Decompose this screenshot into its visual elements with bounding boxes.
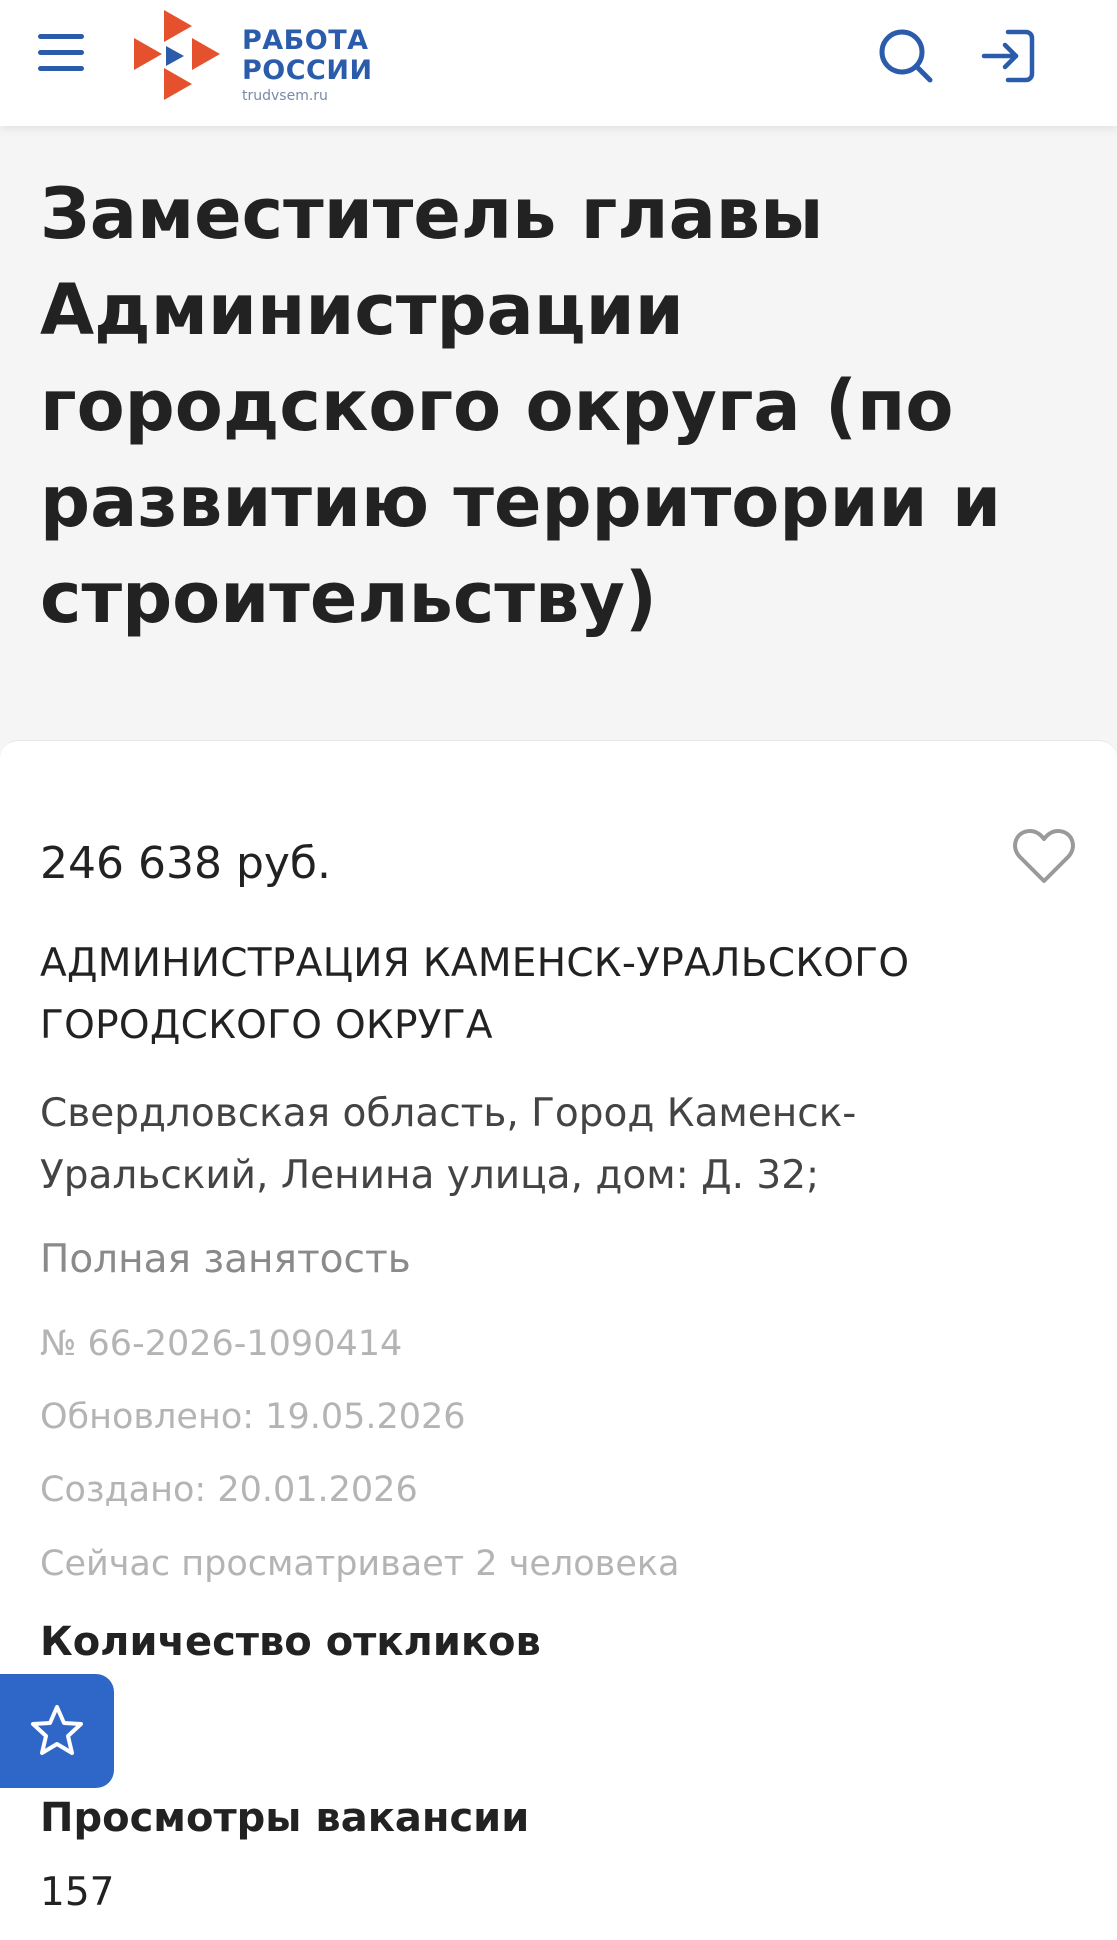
address: Свердловская область, Город Каменск-Урал… <box>40 1091 857 1198</box>
vacancy-title: Заместитель главы Администрации городско… <box>40 173 1001 639</box>
floating-star-button[interactable] <box>0 1674 114 1788</box>
updated-date: Обновлено: 19.05.2026 <box>40 1397 466 1437</box>
login-button[interactable] <box>978 26 1038 86</box>
logo-mark-icon <box>134 10 220 100</box>
salary: 246 638 руб. <box>40 838 332 889</box>
logo-line-1: РАБОТА <box>242 25 369 56</box>
search-icon <box>879 29 933 83</box>
logo-line-2: РОССИИ <box>242 55 373 86</box>
favorite-button[interactable] <box>1012 827 1082 891</box>
logo-text: РАБОТА РОССИИ trudvsem.ru <box>242 25 373 105</box>
star-icon <box>31 1705 83 1755</box>
logo-subtitle: trudvsem.ru <box>242 88 328 104</box>
vacancy-number: № 66-2026-1090414 <box>40 1324 403 1364</box>
top-header: РАБОТА РОССИИ trudvsem.ru <box>0 0 1117 126</box>
logo[interactable]: РАБОТА РОССИИ trudvsem.ru <box>134 8 394 104</box>
views-label: Просмотры вакансии <box>40 1795 530 1841</box>
vacancy-card: 246 638 руб. АДМИНИСТРАЦИЯ КАМЕНСК-УРАЛЬ… <box>0 740 1117 1940</box>
login-icon <box>981 29 1035 83</box>
views-count: 157 <box>40 1870 115 1915</box>
created-date: Создано: 20.01.2026 <box>40 1470 418 1510</box>
employer-name[interactable]: АДМИНИСТРАЦИЯ КАМЕНСК-УРАЛЬСКОГО ГОРОДСК… <box>40 933 1080 1057</box>
search-button[interactable] <box>876 26 936 86</box>
employment-type: Полная занятость <box>40 1237 411 1282</box>
responses-label: Количество откликов <box>40 1619 541 1665</box>
viewing-now: Сейчас просматривает 2 человека <box>40 1544 680 1584</box>
hamburger-icon[interactable] <box>34 34 90 74</box>
title-section: Заместитель главы Администрации городско… <box>0 126 1117 740</box>
heart-icon <box>1013 829 1075 883</box>
